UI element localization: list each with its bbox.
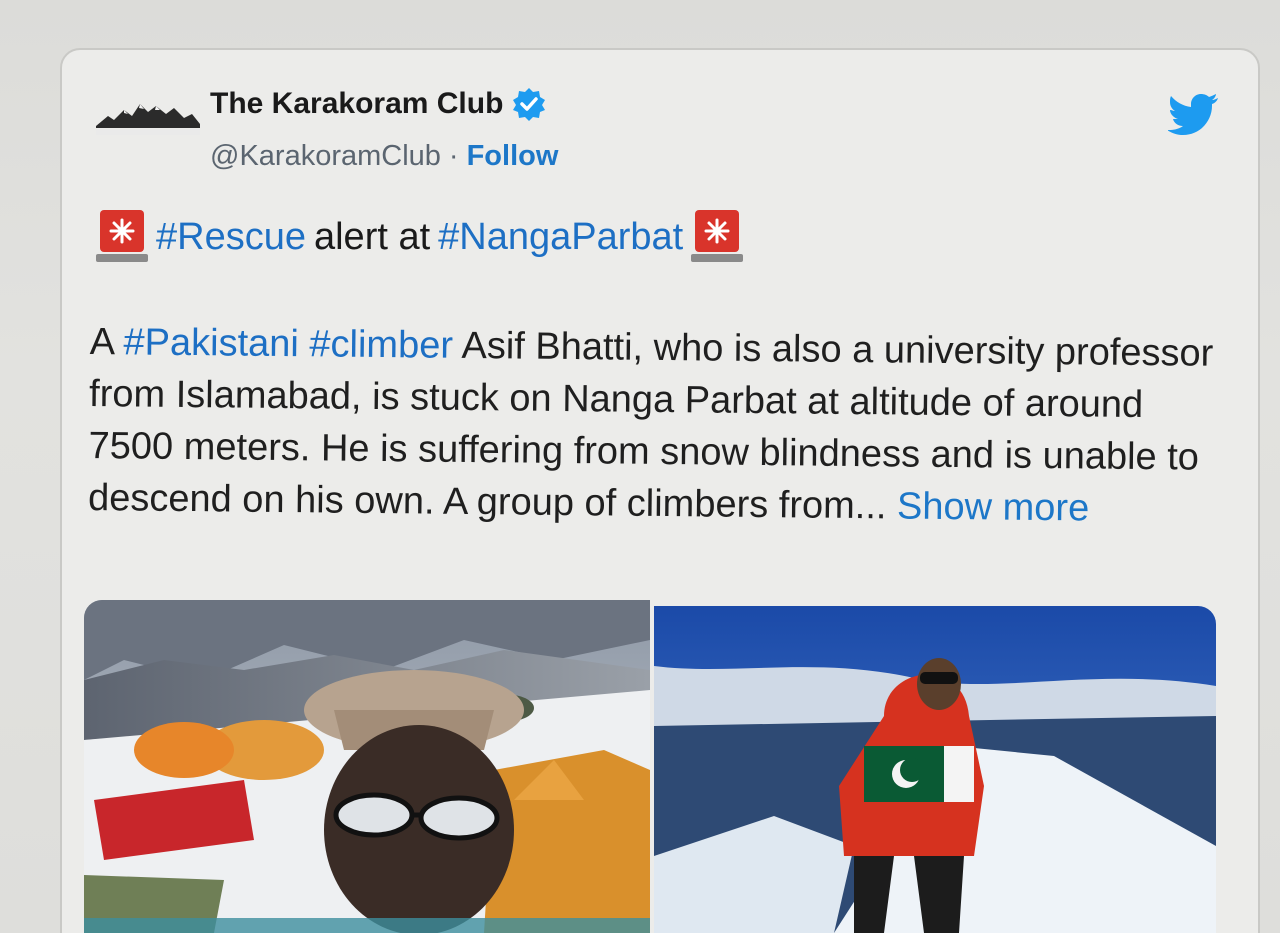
headline-text: alert at <box>313 215 431 258</box>
author-handle[interactable]: @KarakoramClub <box>210 140 441 173</box>
alert-headline: #Rescue alert at #NangaParbat <box>96 208 744 266</box>
verified-badge-icon <box>511 86 547 122</box>
police-siren-icon <box>691 208 744 266</box>
police-siren-icon <box>96 208 148 266</box>
body-prefix: A <box>89 320 114 364</box>
author-avatar[interactable] <box>94 96 202 140</box>
tweet-body: A #Pakistani #climber Asif Bhatti, who i… <box>88 316 1220 536</box>
handle-row: @KarakoramClub · Follow <box>210 140 558 173</box>
hashtag-pakistani[interactable]: #Pakistani <box>123 321 299 365</box>
author-name[interactable]: The Karakoram Club <box>210 87 503 121</box>
follow-button[interactable]: Follow <box>467 140 559 173</box>
camp-selfie-photo[interactable] <box>84 600 650 933</box>
twitter-bird-icon[interactable] <box>1167 92 1220 136</box>
handle-separator: · <box>448 140 459 172</box>
author-name-row: The Karakoram Club <box>210 86 547 122</box>
mountain-logo-icon <box>96 104 200 135</box>
hashtag-nangaparbat[interactable]: #NangaParbat <box>438 216 683 259</box>
screen: The Karakoram Club @KarakoramClub · Foll… <box>0 0 1280 933</box>
show-more-link[interactable]: Show more <box>897 485 1090 529</box>
hashtag-climber[interactable]: #climber <box>309 323 453 367</box>
summit-flag-photo[interactable] <box>654 606 1216 933</box>
hashtag-rescue[interactable]: #Rescue <box>156 216 306 259</box>
